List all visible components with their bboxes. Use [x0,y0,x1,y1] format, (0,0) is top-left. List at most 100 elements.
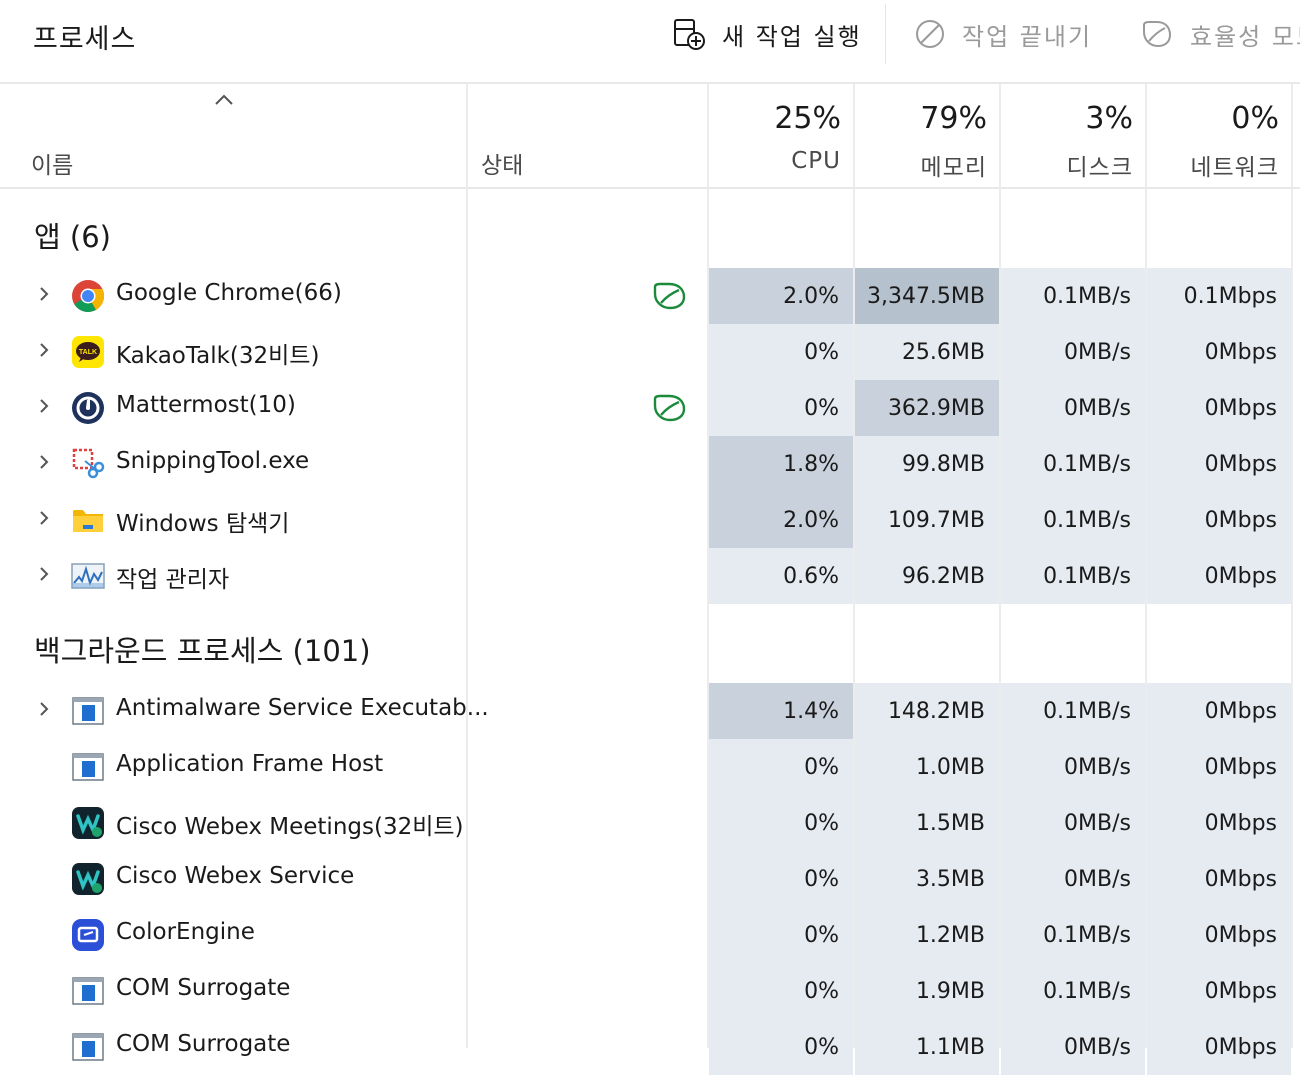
expand-chevron-icon[interactable] [36,454,52,470]
memory-value: 96.2MB [855,548,999,604]
disk-value: 0.1MB/s [1001,963,1145,1019]
memory-value: 148.2MB [855,683,999,739]
color-engine-icon [71,918,105,952]
column-divider [853,84,855,1048]
column-divider [999,84,1001,1048]
process-name[interactable]: COM Surrogate [116,1031,290,1057]
svg-text:TALK: TALK [79,349,97,356]
disk-value: 0MB/s [1001,739,1145,795]
expand-chevron-icon[interactable] [36,286,52,302]
network-value: 0Mbps [1147,1019,1291,1075]
disk-value: 0MB/s [1001,1019,1145,1075]
network-value: 0Mbps [1147,739,1291,795]
chrome-icon [71,279,105,313]
memory-value: 99.8MB [855,436,999,492]
process-name[interactable]: ColorEngine [116,919,255,945]
cpu-value: 0% [709,795,853,851]
memory-value: 25.6MB [855,324,999,380]
column-memory[interactable]: 메모리 [855,148,987,182]
network-value: 0Mbps [1147,380,1291,436]
column-status[interactable]: 상태 [481,146,523,180]
memory-value: 3,347.5MB [855,268,999,324]
webex-icon [71,862,105,896]
toolbar: 프로세스 새 작업 실행 작업 끝내기 효율성 모드 [0,0,1300,84]
network-value: 0Mbps [1147,324,1291,380]
run-new-task-button[interactable]: 새 작업 실행 [672,16,862,52]
process-name[interactable]: Antimalware Service Executab... [116,695,489,721]
process-name[interactable]: Cisco Webex Meetings(32비트) [116,807,464,841]
network-value: 0Mbps [1147,963,1291,1019]
efficiency-leaf-icon [1143,21,1172,48]
network-value: 0Mbps [1147,907,1291,963]
disk-value: 0.1MB/s [1001,268,1145,324]
new-task-icon [674,19,705,50]
process-name[interactable]: 작업 관리자 [116,560,229,594]
cpu-value: 2.0% [709,268,853,324]
cpu-value: 0% [709,963,853,1019]
network-value: 0Mbps [1147,795,1291,851]
memory-value: 1.2MB [855,907,999,963]
mattermost-icon [71,391,105,425]
end-task-label: 작업 끝내기 [962,22,1093,51]
disk-value: 0MB/s [1001,795,1145,851]
efficiency-mode-button[interactable]: 효율성 모드 [1140,16,1300,52]
cpu-total-percent[interactable]: 25% [709,101,841,136]
process-name[interactable]: SnippingTool.exe [116,448,309,474]
cpu-value: 0% [709,851,853,907]
disk-value: 0.1MB/s [1001,436,1145,492]
snipping-tool-icon [71,447,105,481]
window-app-icon [71,694,105,728]
process-name[interactable]: COM Surrogate [116,975,290,1001]
expand-chevron-icon[interactable] [36,510,52,526]
network-value: 0Mbps [1147,436,1291,492]
column-cpu[interactable]: CPU [709,148,841,174]
task-manager-icon [71,559,105,593]
window-app-icon [71,974,105,1008]
column-name[interactable]: 이름 [31,146,73,180]
disk-value: 0.1MB/s [1001,492,1145,548]
disk-value: 0MB/s [1001,380,1145,436]
disk-value: 0.1MB/s [1001,548,1145,604]
expand-chevron-icon[interactable] [36,566,52,582]
expand-chevron-icon[interactable] [36,701,52,717]
network-value: 0Mbps [1147,851,1291,907]
process-name[interactable]: Windows 탐색기 [116,504,289,538]
process-name[interactable]: Google Chrome(66) [116,280,342,306]
column-disk[interactable]: 디스크 [1001,148,1133,182]
column-divider [466,84,468,1048]
column-divider [1145,84,1147,1048]
column-divider [1291,84,1293,1048]
cpu-value: 0% [709,324,853,380]
process-name[interactable]: Application Frame Host [116,751,383,777]
cpu-value: 0.6% [709,548,853,604]
efficiency-mode-label: 효율성 모드 [1190,22,1300,51]
cpu-value: 2.0% [709,492,853,548]
toolbar-separator [885,4,886,64]
run-new-task-label: 새 작업 실행 [722,22,862,51]
memory-value: 362.9MB [855,380,999,436]
page-title: 프로세스 [33,24,137,55]
memory-total-percent[interactable]: 79% [855,101,987,136]
process-name[interactable]: Cisco Webex Service [116,863,354,889]
sort-ascending-icon[interactable] [213,92,235,108]
network-value: 0.1Mbps [1147,268,1291,324]
column-network[interactable]: 네트워크 [1147,148,1279,182]
folder-icon [71,503,105,537]
cpu-value: 0% [709,739,853,795]
end-task-button[interactable]: 작업 끝내기 [914,16,1092,52]
process-name[interactable]: Mattermost(10) [116,392,296,418]
process-name[interactable]: KakaoTalk(32비트) [116,336,319,370]
cpu-value: 0% [709,1019,853,1075]
network-total-percent[interactable]: 0% [1147,101,1279,136]
cpu-value: 0% [709,907,853,963]
group-background-title: 백그라운드 프로세스 (101) [34,634,371,668]
memory-value: 1.9MB [855,963,999,1019]
window-app-icon [71,1030,105,1064]
group-apps-title: 앱 (6) [34,220,111,254]
expand-chevron-icon[interactable] [36,398,52,414]
disk-total-percent[interactable]: 3% [1001,101,1133,136]
expand-chevron-icon[interactable] [36,342,52,358]
network-value: 0Mbps [1147,492,1291,548]
column-divider [707,84,709,1048]
network-value: 0Mbps [1147,683,1291,739]
